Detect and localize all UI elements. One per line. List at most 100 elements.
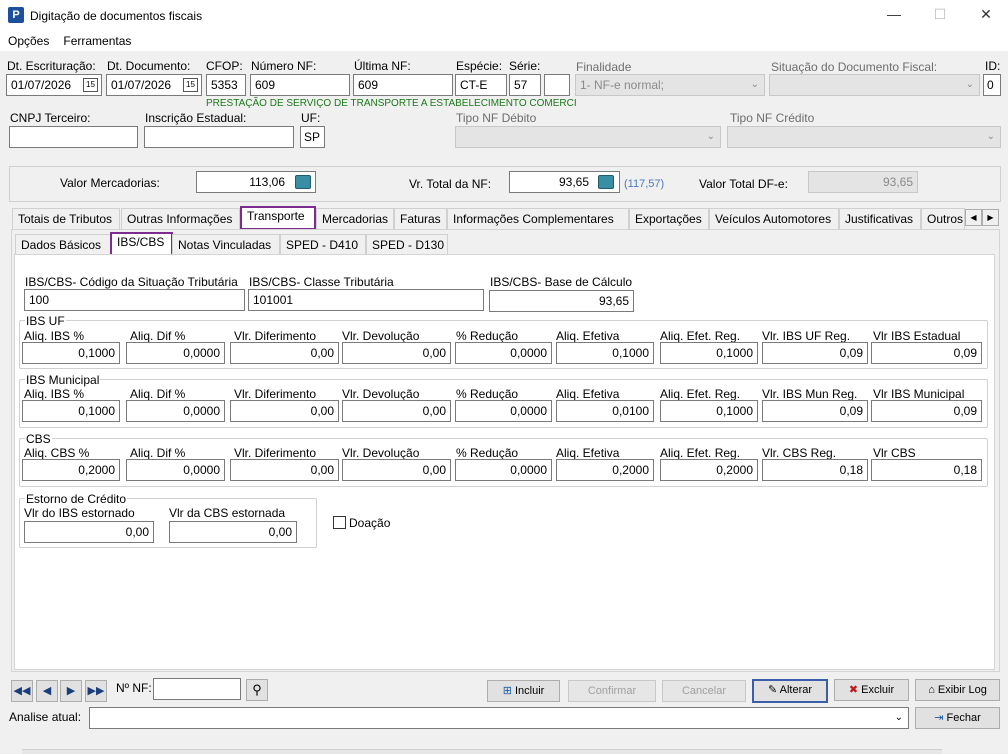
ibs-uf-field-6[interactable]: 0,1000 — [660, 342, 758, 364]
menu-ferramentas[interactable]: Ferramentas — [56, 31, 138, 48]
cbs-estornada-field[interactable]: 0,00 — [169, 521, 297, 543]
calendar-icon[interactable]: 15 — [183, 78, 198, 92]
vr-total-nf-hint: (117,57) — [624, 178, 665, 190]
tab-outros[interactable]: Outros — [921, 208, 965, 229]
ibs-mun-field-5[interactable]: 0,0100 — [556, 400, 654, 422]
ibs-mun-field-8[interactable]: 0,09 — [871, 400, 982, 422]
ibs-mun-field-2[interactable]: 0,00 — [230, 400, 339, 422]
tab-scroll-right-icon[interactable]: ▶ — [982, 209, 999, 226]
cbs-field-7[interactable]: 0,18 — [762, 459, 868, 481]
subtab-sped-d410[interactable]: SPED - D410 — [280, 234, 366, 255]
cfop-field[interactable]: 5353 — [206, 74, 246, 96]
cbs-label-4: % Redução — [456, 446, 519, 460]
classe-field[interactable]: 101001 — [248, 289, 484, 311]
cbs-field-8[interactable]: 0,18 — [871, 459, 982, 481]
tab-outras-informacoes[interactable]: Outras Informações — [121, 208, 240, 229]
ibs-uf-field-7[interactable]: 0,09 — [762, 342, 868, 364]
vr-total-nf-label: Vr. Total da NF: — [409, 177, 492, 191]
ibs-mun-field-6[interactable]: 0,1000 — [660, 400, 758, 422]
tipo-credito-label: Tipo NF Crédito — [730, 111, 815, 125]
cbs-field-1[interactable]: 0,0000 — [126, 459, 225, 481]
doacao-checkbox[interactable] — [333, 516, 346, 529]
cst-field[interactable]: 100 — [24, 289, 245, 311]
ibs-uf-field-5[interactable]: 0,1000 — [556, 342, 654, 364]
ibs-estornado-field[interactable]: 0,00 — [24, 521, 154, 543]
subtab-ibs-cbs[interactable]: IBS/CBS — [110, 232, 173, 256]
cbs-field-6[interactable]: 0,2000 — [660, 459, 758, 481]
tab-informacoes-complementares[interactable]: Informações Complementares — [447, 208, 629, 229]
last-record-icon[interactable]: ▶▶ — [85, 680, 107, 702]
incluir-button[interactable]: ⊞ Incluir — [487, 680, 560, 702]
numero-nf-field[interactable]: 609 — [250, 74, 350, 96]
ultima-nf-field[interactable]: 609 — [353, 74, 453, 96]
chevron-down-icon: ⌄ — [965, 79, 974, 90]
ibs-uf-field-1[interactable]: 0,0000 — [126, 342, 225, 364]
finalidade-label: Finalidade — [576, 60, 632, 74]
cfop-label: CFOP: — [206, 59, 243, 73]
analise-select[interactable]: ⌄ — [89, 707, 909, 729]
excluir-button[interactable]: ✖ Excluir — [834, 679, 909, 701]
fechar-button[interactable]: ⇥ Fechar — [915, 707, 1000, 729]
alterar-button[interactable]: ✎ Alterar — [752, 679, 828, 703]
ibs-mun-field-3[interactable]: 0,00 — [342, 400, 451, 422]
confirmar-button[interactable]: Confirmar — [568, 680, 656, 702]
subserie-field[interactable] — [544, 74, 570, 96]
finalidade-select[interactable]: 1- NF-e normal; ⌄ — [575, 74, 765, 96]
maximize-icon[interactable]: ☐ — [925, 6, 955, 23]
menu-opcoes[interactable]: Opções — [0, 31, 56, 48]
calendar-icon[interactable]: 15 — [83, 78, 98, 92]
ibs-uf-field-0[interactable]: 0,1000 — [22, 342, 120, 364]
tipo-credito-select[interactable]: ⌄ — [727, 126, 1001, 148]
cbs-field-2[interactable]: 0,00 — [230, 459, 339, 481]
cbs-field-4[interactable]: 0,0000 — [455, 459, 552, 481]
tab-justificativas[interactable]: Justificativas — [839, 208, 921, 229]
ibs-uf-title: IBS UF — [25, 314, 66, 328]
cbs-field-5[interactable]: 0,2000 — [556, 459, 654, 481]
calculator-icon[interactable] — [295, 175, 311, 189]
id-field[interactable]: 0 — [983, 74, 1001, 96]
ie-field[interactable] — [144, 126, 294, 148]
exibir-log-button[interactable]: ⌂ Exibir Log — [915, 679, 1000, 701]
ibs-mun-field-0[interactable]: 0,1000 — [22, 400, 120, 422]
subtab-notas-vinculadas[interactable]: Notas Vinculadas — [172, 234, 280, 255]
tab-transporte[interactable]: Transporte — [240, 206, 316, 230]
first-record-icon[interactable]: ◀◀ — [11, 680, 33, 702]
minimize-icon[interactable]: — — [879, 6, 909, 22]
nf-search-field[interactable] — [153, 678, 241, 700]
tab-exportacoes[interactable]: Exportações — [629, 208, 709, 229]
tab-scroll-left-icon[interactable]: ◀ — [965, 209, 982, 226]
tab-veiculos-automotores[interactable]: Veículos Automotores — [709, 208, 839, 229]
cnpj-field[interactable] — [9, 126, 138, 148]
ibs-mun-label-8: Vlr IBS Municipal — [873, 387, 965, 401]
next-record-icon[interactable]: ▶ — [60, 680, 82, 702]
cbs-field-3[interactable]: 0,00 — [342, 459, 451, 481]
ibs-mun-field-4[interactable]: 0,0000 — [455, 400, 552, 422]
uf-field[interactable]: SP — [300, 126, 325, 148]
tipo-debito-select[interactable]: ⌄ — [455, 126, 721, 148]
ibs-mun-field-7[interactable]: 0,09 — [762, 400, 868, 422]
especie-field[interactable]: CT-E — [455, 74, 507, 96]
ibs-uf-field-4[interactable]: 0,0000 — [455, 342, 552, 364]
status-bar — [22, 749, 942, 754]
search-icon[interactable]: ⚲ — [246, 679, 268, 701]
especie-label: Espécie: — [456, 59, 503, 73]
previous-record-icon[interactable]: ◀ — [36, 680, 58, 702]
serie-field[interactable]: 57 — [509, 74, 541, 96]
subtab-sped-d130[interactable]: SPED - D130 — [366, 234, 448, 255]
ibs-uf-field-3[interactable]: 0,00 — [342, 342, 451, 364]
tab-faturas[interactable]: Faturas — [394, 208, 447, 229]
calculator-icon[interactable] — [598, 175, 614, 189]
ibs-uf-field-2[interactable]: 0,00 — [230, 342, 339, 364]
base-field[interactable]: 93,65 — [489, 290, 634, 312]
tab-totais-tributos[interactable]: Totais de Tributos — [12, 208, 120, 229]
tab-mercadorias[interactable]: Mercadorias — [316, 208, 394, 229]
ibs-mun-field-1[interactable]: 0,0000 — [126, 400, 225, 422]
subtab-dados-basicos[interactable]: Dados Básicos — [15, 234, 111, 255]
ibs-uf-label-7: Vlr. IBS UF Reg. — [762, 329, 851, 343]
situacao-select[interactable]: ⌄ — [769, 74, 980, 96]
ibs-uf-field-8[interactable]: 0,09 — [871, 342, 982, 364]
cancelar-button[interactable]: Cancelar — [662, 680, 746, 702]
cbs-field-0[interactable]: 0,2000 — [22, 459, 120, 481]
close-icon[interactable]: ✕ — [971, 6, 1001, 23]
valor-total-dfe-label: Valor Total DF-e: — [699, 177, 788, 191]
